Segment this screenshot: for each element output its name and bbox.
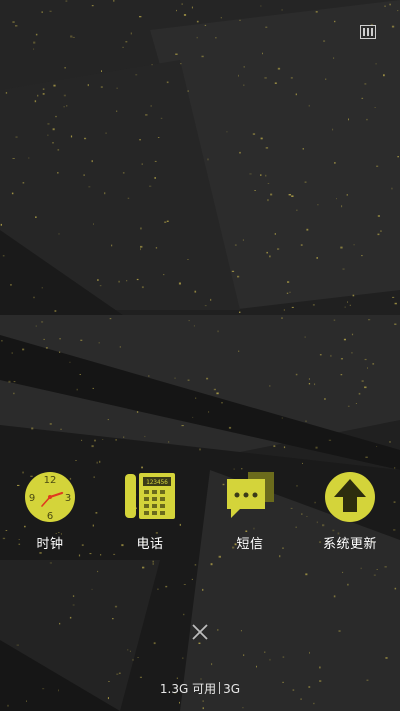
phone-display-text: 123456	[146, 479, 168, 486]
phone-icon: 123456	[125, 473, 175, 519]
app-label-system-update: 系统更新	[322, 537, 377, 552]
app-phone[interactable]: 123456 电话	[100, 469, 200, 552]
recent-apps-screen: 12 3 6 9 时钟 123456 电话 短信 系统更新 1.3G 可用 3G	[0, 0, 400, 711]
app-system-update[interactable]: 系统更新	[300, 469, 400, 552]
app-label-clock: 时钟	[36, 537, 64, 552]
recent-apps-row: 12 3 6 9 时钟 123456 电话 短信 系统更新	[0, 469, 400, 552]
memory-status: 1.3G 可用 3G	[0, 680, 400, 697]
clock-number-3: 3	[65, 493, 71, 504]
app-label-phone: 电话	[136, 537, 164, 552]
wallpaper	[0, 0, 400, 711]
memory-available: 1.3G 可用	[159, 682, 217, 696]
memory-total: 3G	[223, 682, 241, 696]
app-messages[interactable]: 短信	[200, 469, 300, 552]
update-arrow-icon	[325, 472, 375, 522]
clock-number-6: 6	[47, 511, 53, 522]
clock-icon: 12 3 6 9	[25, 472, 75, 522]
app-clock[interactable]: 12 3 6 9 时钟	[0, 469, 100, 552]
message-icon	[227, 472, 274, 518]
memory-divider	[219, 682, 221, 694]
close-all-button[interactable]	[190, 622, 210, 642]
clock-number-12: 12	[44, 475, 57, 486]
app-label-messages: 短信	[236, 537, 264, 552]
memory-clean-icon[interactable]	[360, 25, 376, 39]
clock-number-9: 9	[29, 493, 35, 504]
